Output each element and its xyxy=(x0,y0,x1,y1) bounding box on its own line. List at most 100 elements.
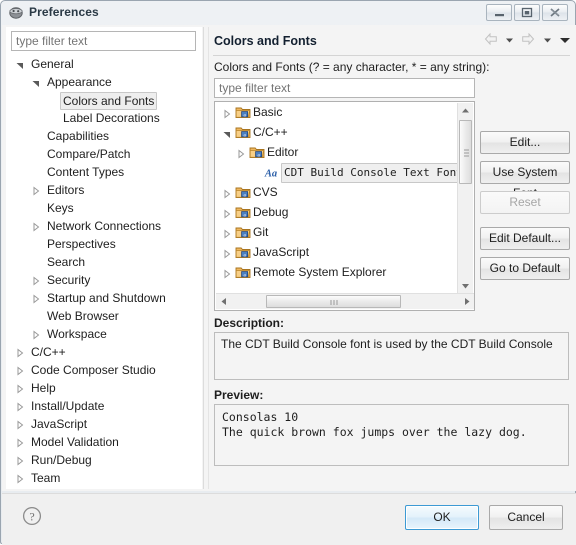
scroll-down-arrow-icon[interactable] xyxy=(458,278,473,294)
preference-tree-item-label: Label Decorations xyxy=(63,111,160,125)
preference-tree-item[interactable]: Install/Update xyxy=(6,397,202,415)
preference-tree-item[interactable]: Search xyxy=(6,253,202,271)
scroll-left-arrow-icon[interactable] xyxy=(216,294,232,309)
preference-tree-item[interactable]: JavaScript xyxy=(6,415,202,433)
preference-tree-item[interactable]: Workspace xyxy=(6,325,202,343)
theme-tree-item[interactable]: a JavaScript xyxy=(215,242,460,262)
theme-tree-vscrollbar[interactable] xyxy=(457,103,473,294)
preference-tree-item[interactable]: C/C++ xyxy=(6,343,202,361)
theme-filter-input[interactable] xyxy=(214,78,475,98)
preference-tree-item-label: Run/Debug xyxy=(31,453,92,467)
view-menu-icon[interactable] xyxy=(559,34,571,48)
dialog-content: GeneralAppearanceColors and FontsLabel D… xyxy=(2,25,576,491)
preference-tree-item[interactable]: Team xyxy=(6,469,202,487)
theme-tree-item[interactable]: Aa CDT Build Console Text Font (set xyxy=(215,162,460,183)
preference-tree-item[interactable]: Editors xyxy=(6,181,202,199)
expand-twisty-icon[interactable] xyxy=(221,266,233,282)
theme-folder-icon: a xyxy=(235,104,251,120)
use-system-font-button[interactable]: Use System Font xyxy=(480,161,570,200)
restore-button[interactable] xyxy=(514,4,540,21)
preference-tree-item-label: Editors xyxy=(47,183,85,197)
preference-tree-item[interactable]: Network Connections xyxy=(6,217,202,235)
page-title: Colors and Fonts xyxy=(214,34,317,48)
preference-tree-item[interactable]: Keys xyxy=(6,199,202,217)
preference-tree[interactable]: General Appearance Colors and Fonts Label D… xyxy=(6,55,202,487)
edit-default-button[interactable]: Edit Default... xyxy=(480,227,570,250)
preference-tree-item[interactable]: Perspectives xyxy=(6,235,202,253)
back-arrow-icon[interactable] xyxy=(484,33,498,48)
preference-tree-item-label: Model Validation xyxy=(31,435,119,449)
theme-folder-icon: a xyxy=(235,264,251,280)
preference-tree-item[interactable]: Security xyxy=(6,271,202,289)
preference-tree-item[interactable]: Capabilities xyxy=(6,127,202,145)
theme-tree-item[interactable]: a Remote System Explorer xyxy=(215,262,460,282)
theme-element-tree[interactable]: a Basic a C/C++ a Editor Aa CDT Build Console T… xyxy=(214,101,475,311)
theme-tree-item[interactable]: a Basic xyxy=(215,102,460,122)
preference-tree-item-label: Code Composer Studio xyxy=(31,363,156,377)
left-filter-input[interactable] xyxy=(11,31,196,51)
colors-and-fonts-page: Colors and Fonts Colors and Fonts (? = a… xyxy=(209,27,573,489)
svg-text:?: ? xyxy=(29,509,34,523)
reset-button: Reset xyxy=(480,191,570,214)
theme-tree-item[interactable]: a Debug xyxy=(215,202,460,222)
preference-tree-item[interactable]: Compare/Patch xyxy=(6,145,202,163)
theme-folder-icon: a xyxy=(235,184,251,200)
dialog-footer: ? OK Cancel xyxy=(2,493,576,545)
theme-tree-hscrollbar[interactable] xyxy=(216,293,474,309)
theme-tree-item[interactable]: a C/C++ xyxy=(215,122,460,142)
expand-twisty-icon[interactable] xyxy=(14,472,26,487)
preference-tree-item-label: C/C++ xyxy=(31,345,66,359)
preference-tree-item-label: Security xyxy=(47,273,91,287)
theme-folder-icon: a xyxy=(235,124,251,140)
preference-tree-item[interactable]: Label Decorations xyxy=(6,109,202,127)
preference-tree-item[interactable]: Run/Debug xyxy=(6,451,202,469)
forward-dropdown-icon[interactable] xyxy=(543,34,552,48)
minimize-button[interactable] xyxy=(486,4,512,21)
theme-folder-icon: a xyxy=(235,224,251,240)
theme-tree-vscroll-thumb[interactable] xyxy=(459,120,472,184)
preference-tree-item[interactable]: Appearance xyxy=(6,73,202,91)
preference-tree-item-label: Colors and Fonts xyxy=(60,92,158,110)
theme-tree-hscroll-thumb[interactable] xyxy=(266,295,401,308)
theme-tree-item-label: Editor xyxy=(267,145,299,159)
theme-tree-item[interactable]: a CVS xyxy=(215,182,460,202)
theme-tree-item-label: C/C++ xyxy=(253,125,288,139)
preference-tree-item-label: Workspace xyxy=(47,327,107,341)
scroll-up-arrow-icon[interactable] xyxy=(458,103,473,119)
theme-tree-item-label: Git xyxy=(253,225,269,239)
preference-tree-item[interactable]: General xyxy=(6,55,202,73)
preference-tree-item-label: Web Browser xyxy=(47,309,119,323)
preference-tree-item-label: JavaScript xyxy=(31,417,88,431)
preference-tree-item-label: Content Types xyxy=(47,165,125,179)
help-icon[interactable]: ? xyxy=(22,506,42,526)
preference-tree-item[interactable]: Startup and Shutdown xyxy=(6,289,202,307)
theme-tree-item[interactable]: a Git xyxy=(215,222,460,242)
cancel-button[interactable]: Cancel xyxy=(489,505,563,530)
preference-tree-item-label: Install/Update xyxy=(31,399,105,413)
preference-tree-item-label: General xyxy=(31,57,74,71)
go-to-default-button[interactable]: Go to Default xyxy=(480,257,570,280)
preference-tree-item-label: Help xyxy=(31,381,56,395)
font-aa-icon: Aa xyxy=(263,164,279,180)
preference-tree-item-label: Compare/Patch xyxy=(47,147,131,161)
preference-tree-item[interactable]: Web Browser xyxy=(6,307,202,325)
preference-tree-item[interactable]: Help xyxy=(6,379,202,397)
theme-tree-item-label: JavaScript xyxy=(253,245,310,259)
theme-tree-rows[interactable]: a Basic a C/C++ a Editor Aa CDT Build Console T… xyxy=(215,102,460,282)
preference-tree-panel: General Appearance Colors and FontsLabel D… xyxy=(6,27,202,489)
preference-tree-item[interactable]: Content Types xyxy=(6,163,202,181)
svg-text:Aa: Aa xyxy=(264,169,277,180)
ok-button[interactable]: OK xyxy=(405,505,479,530)
preference-tree-item[interactable]: Colors and Fonts xyxy=(6,91,202,110)
preference-tree-item[interactable]: Model Validation xyxy=(6,433,202,451)
edit-button[interactable]: Edit... xyxy=(480,131,570,154)
back-dropdown-icon[interactable] xyxy=(505,34,514,48)
scroll-right-arrow-icon[interactable] xyxy=(459,294,474,309)
theme-tree-item-label: Basic xyxy=(253,105,283,119)
close-button[interactable] xyxy=(542,4,568,21)
filter-label: Colors and Fonts (? = any character, * =… xyxy=(214,60,490,74)
theme-tree-item[interactable]: a Editor xyxy=(215,142,460,162)
preference-tree-item[interactable]: Code Composer Studio xyxy=(6,361,202,379)
theme-tree-item-label: CDT Build Console Text Font (set xyxy=(281,163,460,183)
forward-arrow-icon[interactable] xyxy=(521,33,535,48)
